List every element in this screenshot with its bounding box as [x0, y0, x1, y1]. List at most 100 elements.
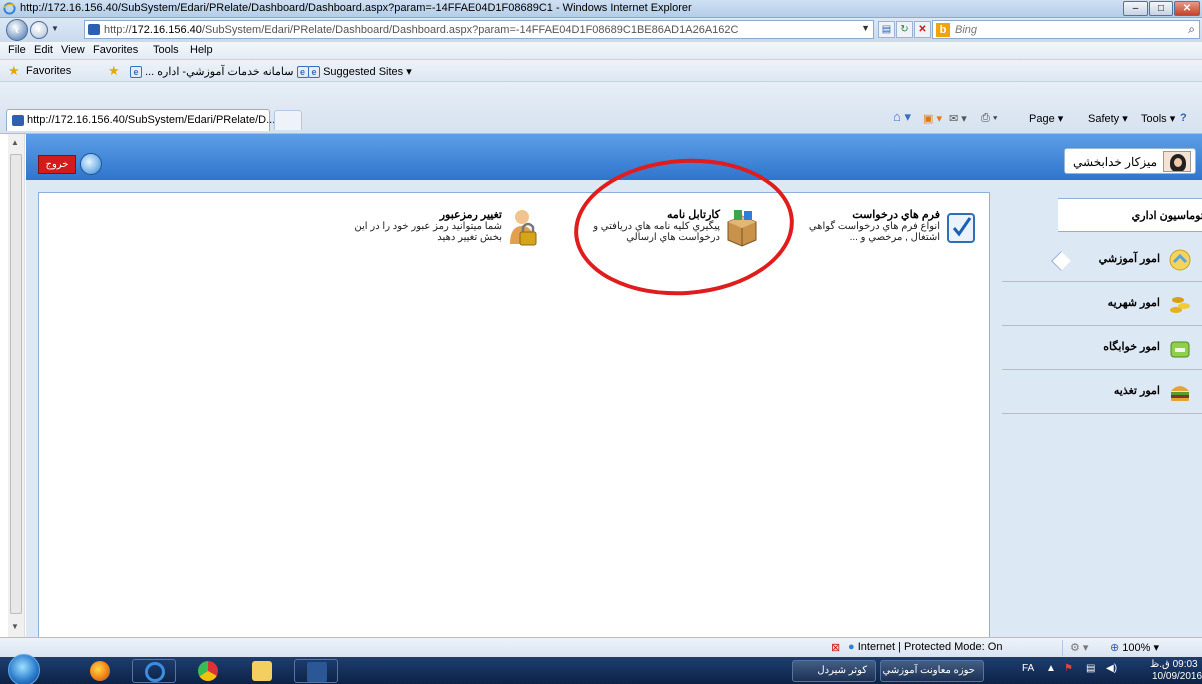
sidebar-item-office-automation[interactable]: اتوماسيون اداري	[1058, 198, 1202, 232]
education-icon	[1169, 249, 1191, 271]
action-center-icon[interactable]: ⚑	[1064, 663, 1073, 674]
site-favicon-icon	[88, 24, 100, 35]
read-mail-icon[interactable]: ✉ ▾	[949, 112, 967, 125]
status-bar: ⊠ ● Internet | Protected Mode: On ⚙ ▾ ⊕ …	[0, 637, 1202, 657]
logout-button[interactable]: خروج	[38, 155, 76, 174]
add-to-favorites-icon[interactable]: ★	[108, 63, 120, 79]
sidebar-item-label: اتوماسيون اداري	[1131, 210, 1202, 222]
sidebar-menu: اتوماسيون اداري امور آموزشي امور شهريه ا…	[996, 192, 1202, 637]
ie-logo-icon	[3, 2, 16, 15]
stop-icon[interactable]: ✕	[914, 21, 931, 38]
taskbar-explorer[interactable]	[240, 659, 284, 683]
favorites-star-icon[interactable]: ★	[8, 63, 20, 79]
food-burger-icon	[1171, 386, 1189, 401]
taskbar-window-kowsar[interactable]: كوثر شيردل	[792, 660, 876, 682]
folder-icon	[252, 661, 272, 681]
tab-active[interactable]: http://172.16.156.40/SubSystem/Edari/PRe…	[6, 109, 275, 131]
taskbar-word[interactable]	[294, 659, 338, 683]
new-tab-button[interactable]	[274, 110, 302, 130]
vertical-scrollbar[interactable]: ▲ ▼	[8, 134, 25, 637]
taskbar-chrome[interactable]	[186, 659, 230, 683]
ie-icon	[145, 662, 165, 682]
refresh-app-icon[interactable]	[80, 153, 102, 175]
tools-menu[interactable]: Tools ▾	[1141, 112, 1175, 125]
safety-menu[interactable]: Safety ▾	[1088, 112, 1128, 125]
taskbar-firefox[interactable]	[78, 659, 122, 683]
word-icon	[307, 662, 327, 682]
search-icon[interactable]: ⌕	[1188, 22, 1195, 37]
popup-blocked-icon[interactable]: ⊠	[831, 641, 840, 654]
scroll-up-icon[interactable]: ▲	[11, 138, 19, 147]
page-menu[interactable]: Page ▾	[1029, 112, 1063, 125]
compatibility-view-icon[interactable]: ▤	[878, 21, 895, 38]
help-icon[interactable]: ?	[1180, 112, 1187, 124]
print-icon[interactable]: ⎙ ▾	[981, 112, 997, 125]
security-zone[interactable]: ● Internet | Protected Mode: On	[848, 641, 1002, 653]
tile-change-password[interactable]: تغيير رمزعبور شما ميتوانيد رمز عبور خود …	[352, 208, 542, 258]
taskbar-window-education[interactable]: حوزه معاونت آموزشي	[880, 660, 984, 682]
user-name: ميزكار خدابخشي	[1072, 155, 1157, 169]
checklist-form-icon	[947, 213, 975, 243]
menu-help[interactable]: Help	[190, 44, 213, 56]
volume-icon[interactable]: ◀)	[1106, 663, 1117, 674]
start-button[interactable]	[8, 654, 40, 684]
sidebar-item-label: امور آموزشي	[1098, 253, 1160, 265]
forward-button[interactable]: ›	[30, 21, 48, 39]
ie-page-icon: e	[296, 66, 309, 79]
refresh-icon[interactable]: ↻	[896, 21, 913, 38]
dormitory-icon	[1170, 341, 1190, 358]
menu-favorites[interactable]: Favorites	[93, 44, 138, 56]
zoom-level[interactable]: ⊕ 100% ▾	[1110, 641, 1159, 654]
menu-view[interactable]: View	[61, 44, 85, 56]
scrollbar-thumb[interactable]	[10, 154, 22, 614]
back-button[interactable]: ‹	[6, 19, 28, 41]
menu-file[interactable]: File	[8, 44, 26, 56]
window-title: http://172.16.156.40/SubSystem/Edari/PRe…	[20, 2, 692, 14]
feeds-icon[interactable]: ▣ ▾	[923, 112, 942, 125]
history-dropdown-icon[interactable]: ▼	[51, 24, 59, 33]
maximize-button[interactable]: □	[1149, 1, 1173, 16]
show-hidden-icons[interactable]: ▲	[1046, 663, 1056, 674]
menu-tools[interactable]: Tools	[153, 44, 179, 56]
sidebar-item-education[interactable]: امور آموزشي	[1002, 238, 1202, 282]
site-favicon-icon	[12, 115, 24, 126]
tuition-coins-icon	[1170, 297, 1190, 313]
user-profile[interactable]: ميزكار خدابخشي	[1064, 148, 1196, 174]
protected-mode-icon[interactable]: ⚙ ▾	[1070, 641, 1088, 654]
clock-time[interactable]: 09:03 ق.ظ	[1150, 659, 1198, 670]
sidebar-item-food[interactable]: امور تغذيه	[1002, 370, 1202, 414]
menu-bar: File Edit View Favorites Tools Help	[0, 42, 1202, 60]
taskbar: حوزه معاونت آموزشي كوثر شيردل FA ▲ ⚑ ▤ ◀…	[0, 654, 1202, 684]
network-icon[interactable]: ▤	[1086, 663, 1095, 674]
input-language[interactable]: FA	[1022, 663, 1034, 674]
app-header	[26, 134, 1202, 180]
ie-page-icon: e	[308, 66, 320, 79]
tab-row: http://172.16.156.40/SubSystem/Edari/PRe…	[0, 82, 1202, 134]
taskbar-internet-explorer[interactable]	[132, 659, 176, 683]
search-input[interactable]: b Bing ⌕	[932, 20, 1200, 39]
tile-request-forms[interactable]: فرم هاي درخواست انواع فرم هاي درخواست گو…	[790, 208, 980, 258]
forward-arrow-icon: ›	[37, 24, 41, 36]
back-arrow-icon: ‹	[14, 22, 20, 37]
address-dropdown-icon[interactable]: ▼	[861, 23, 870, 33]
address-url: http://172.16.156.40/SubSystem/Edari/PRe…	[104, 24, 739, 36]
address-input[interactable]: http://172.16.156.40/SubSystem/Edari/PRe…	[84, 20, 874, 39]
menu-edit[interactable]: Edit	[34, 44, 53, 56]
home-icon[interactable]: ⌂ ▾	[893, 109, 911, 125]
favorites-bar: ★ Favorites ★ e سامانه خدمات آموزشي- ادا…	[0, 60, 1202, 82]
sidebar-item-tuition[interactable]: امور شهريه	[1002, 282, 1202, 326]
sidebar-item-label: امور خوابگاه	[1103, 341, 1160, 353]
clock-date[interactable]: 10/09/2016	[1152, 671, 1202, 682]
scroll-down-icon[interactable]: ▼	[11, 622, 19, 631]
favorites-button[interactable]: Favorites	[26, 65, 71, 77]
favorites-item-suggested-sites[interactable]: e Suggested Sites ▾	[308, 65, 412, 79]
sidebar-item-dormitory[interactable]: امور خوابگاه	[1002, 326, 1202, 370]
window-title-bar: http://172.16.156.40/SubSystem/Edari/PRe…	[0, 0, 1202, 18]
avatar	[1163, 151, 1191, 172]
favorites-item-edu[interactable]: e سامانه خدمات آموزشي- اداره ... e	[130, 65, 309, 79]
close-button[interactable]: ✕	[1174, 1, 1200, 16]
sidebar-item-label: امور شهريه	[1107, 297, 1160, 309]
ie-page-icon: e	[130, 66, 142, 79]
search-placeholder: Bing	[955, 24, 978, 36]
minimize-button[interactable]: –	[1123, 1, 1148, 16]
